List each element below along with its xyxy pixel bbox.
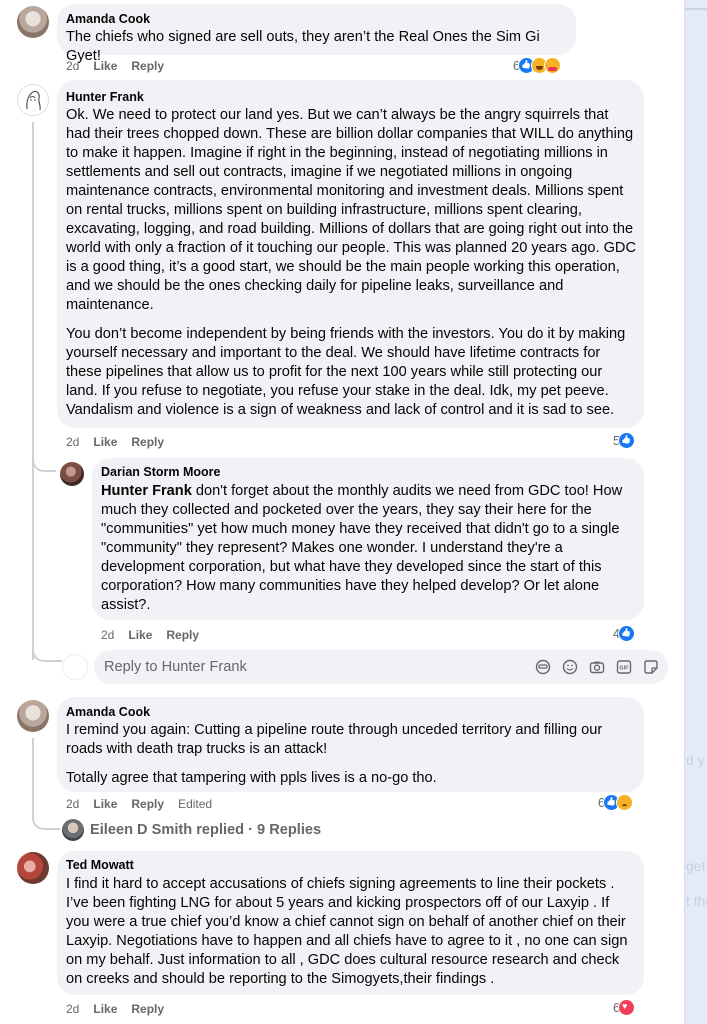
like-button[interactable]: Like [93,1002,117,1016]
thread-connector [32,648,62,662]
comment-author[interactable]: Ted Mowatt [66,858,134,872]
comment-actions: 2d Like Reply [66,1002,178,1016]
comment-age[interactable]: 2d [66,797,79,811]
side-fragment: d y [686,752,705,768]
like-button[interactable]: Like [93,435,117,449]
reply-actions: 2d Like Reply [101,628,213,642]
reply-button[interactable]: Reply [131,435,164,449]
view-replies-link[interactable]: Eileen D Smith replied · 9 Replies [90,822,321,838]
love-reaction-icon [617,999,635,1016]
reaction-summary[interactable]: 4 [613,625,635,642]
comment-text: Ok. We need to protect our land yes. But… [66,106,636,420]
like-reaction-icon [617,432,635,449]
comment-actions: 2d Like Reply Edited [66,797,226,811]
reply-placeholder: Reply to Hunter Frank [104,659,247,675]
reply-button[interactable]: Reply [131,797,164,811]
comment-age[interactable]: 2d [66,59,79,73]
comment-author[interactable]: Hunter Frank [66,90,144,104]
thread-line [32,738,34,818]
current-user-avatar [62,654,88,680]
reply-button[interactable]: Reply [131,59,164,73]
reply-button[interactable]: Reply [131,1002,164,1016]
reaction-summary[interactable]: 6 [613,999,635,1016]
sticker-icon[interactable] [643,659,659,675]
thread-connector [32,446,56,472]
reply-text: Hunter Frank don't forget about the mont… [101,482,636,615]
avatar[interactable] [17,84,49,116]
comment-actions: 2d Like Reply [66,435,178,449]
comment-author[interactable]: Amanda Cook [66,12,150,26]
comment-paragraph: Totally agree that tampering with ppls l… [66,770,437,786]
avatar[interactable] [60,462,84,486]
reply-body: don't forget about the monthly audits we… [101,483,623,613]
comment-author[interactable]: Amanda Cook [66,705,150,719]
comment-age[interactable]: 2d [66,1002,79,1016]
sad-reaction-icon [615,794,633,811]
emoji-icon[interactable] [562,659,578,675]
comment-paragraph: Ok. We need to protect our land yes. But… [66,107,637,313]
gif-icon[interactable]: GIF [616,659,632,675]
reply-author[interactable]: Darian Storm Moore [101,465,220,479]
mention-link[interactable]: Hunter Frank [101,483,192,499]
reaction-summary[interactable]: 6 [598,794,633,811]
side-fragment: t the [686,893,707,909]
like-reaction-icon [617,625,635,642]
avatar[interactable] [17,6,49,38]
comment-age[interactable]: 2d [101,628,114,642]
comment-text: I remind you again: Cutting a pipeline r… [66,721,636,788]
like-button[interactable]: Like [93,797,117,811]
reply-button[interactable]: Reply [166,628,199,642]
comment-actions: 2d Like Reply [66,59,178,73]
comment-paragraph: I remind you again: Cutting a pipeline r… [66,722,603,757]
avatar[interactable] [17,700,49,732]
avatar-sticker-icon[interactable] [535,659,551,675]
edited-label: Edited [178,797,213,811]
comment-paragraph: You don’t become independent by being fr… [66,326,626,418]
replier-avatar[interactable] [62,819,84,841]
thread-connector [32,808,60,830]
comment-age[interactable]: 2d [66,435,79,449]
comment-text: I find it hard to accept accusations of … [66,876,628,987]
care-reaction-icon [543,57,561,74]
svg-text:GIF: GIF [619,666,629,672]
like-button[interactable]: Like [93,59,117,73]
reaction-summary[interactable]: 6 [513,57,561,74]
like-button[interactable]: Like [128,628,152,642]
side-fragment: get [686,858,706,874]
camera-icon[interactable] [589,659,605,675]
thread-line [32,122,34,660]
reaction-summary[interactable]: 5 [613,432,635,449]
avatar[interactable] [17,852,49,884]
sketch-avatar-icon [26,90,41,111]
